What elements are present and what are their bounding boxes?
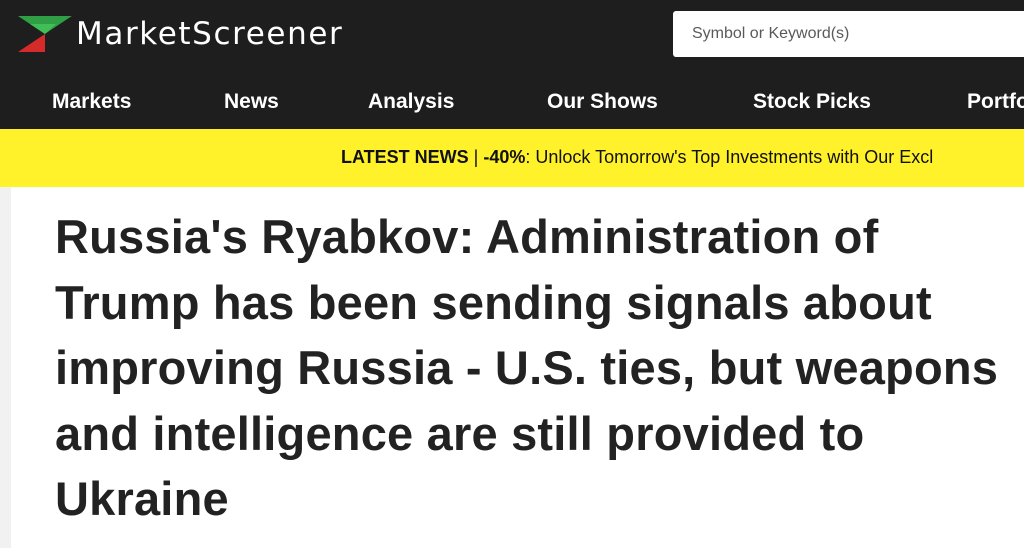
nav-item-news[interactable]: News	[224, 88, 279, 116]
article-headline: Russia's Ryabkov: Administration of Trum…	[55, 210, 999, 525]
nav-item-stock-picks[interactable]: Stock Picks	[753, 88, 871, 116]
latest-news-text[interactable]: LATEST NEWS | -40%: Unlock Tomorrow's To…	[341, 146, 933, 168]
nav-item-our-shows[interactable]: Our Shows	[547, 88, 658, 116]
latest-news-discount: -40%	[483, 147, 526, 167]
logo-text: MarketScreener	[76, 16, 344, 52]
latest-news-separator: |	[468, 147, 484, 167]
search-input[interactable]	[673, 11, 1024, 57]
latest-news-banner[interactable]: LATEST NEWS | -40%: Unlock Tomorrow's To…	[0, 129, 1024, 187]
nav-item-analysis[interactable]: Analysis	[368, 88, 454, 116]
site-header: MarketScreener Markets News Analysis Our…	[0, 0, 1024, 129]
nav-item-portfolio[interactable]: Portfo	[967, 88, 1024, 116]
main-nav: Markets News Analysis Our Shows Stock Pi…	[0, 76, 1024, 128]
left-gutter	[0, 187, 11, 548]
latest-news-label: LATEST NEWS	[341, 147, 469, 167]
latest-news-message: : Unlock Tomorrow's Top Investments with…	[525, 147, 934, 167]
nav-item-markets[interactable]: Markets	[52, 88, 131, 116]
marketscreener-logo-icon	[18, 16, 72, 52]
site-logo[interactable]: MarketScreener	[16, 14, 343, 54]
